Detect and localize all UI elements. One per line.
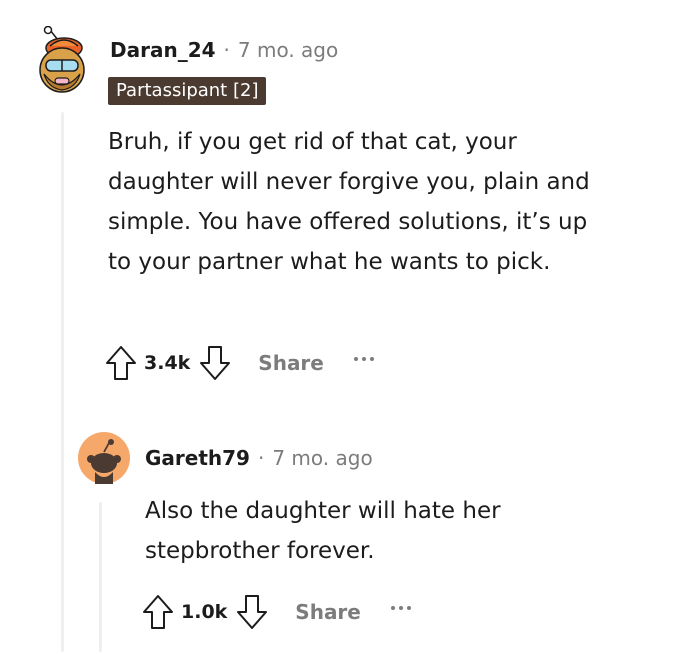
downvote-icon[interactable] [198,344,232,382]
comment-thread: Daran_24 · 7 mo. ago Partassipant [2] Br… [0,0,700,654]
avatar[interactable] [78,432,130,484]
username[interactable]: Gareth79 [145,446,250,470]
comment-meta: Daran_24 · 7 mo. ago [110,38,338,62]
comment-meta: Gareth79 · 7 mo. ago [145,446,373,470]
upvote-icon[interactable] [141,593,175,631]
comment-actions: 3.4k Share [104,344,374,382]
thread-line-parent[interactable] [61,112,64,652]
share-button[interactable]: Share [295,600,361,624]
user-flair: Partassipant [2] [108,77,267,105]
more-options-icon[interactable] [390,606,411,618]
timestamp[interactable]: 7 mo. ago [272,446,372,470]
share-button[interactable]: Share [258,351,324,375]
downvote-icon[interactable] [235,593,269,631]
snoo-avatar-icon [39,25,85,93]
timestamp[interactable]: 7 mo. ago [238,38,338,62]
avatar[interactable] [36,25,88,98]
comment-actions: 1.0k Share [141,593,411,631]
vote-score: 3.4k [144,352,191,374]
meta-separator: · [223,38,230,62]
snoo-avatar-icon [87,439,121,484]
vote-score: 1.0k [181,601,228,623]
upvote-icon[interactable] [104,344,138,382]
thread-line-reply[interactable] [99,502,102,652]
more-options-icon[interactable] [353,357,374,369]
meta-separator: · [257,446,265,470]
comment-body: Also the daughter will hate her stepbrot… [145,498,501,564]
username[interactable]: Daran_24 [110,38,216,62]
comment-body: Bruh, if you get rid of that cat, your d… [108,129,590,275]
